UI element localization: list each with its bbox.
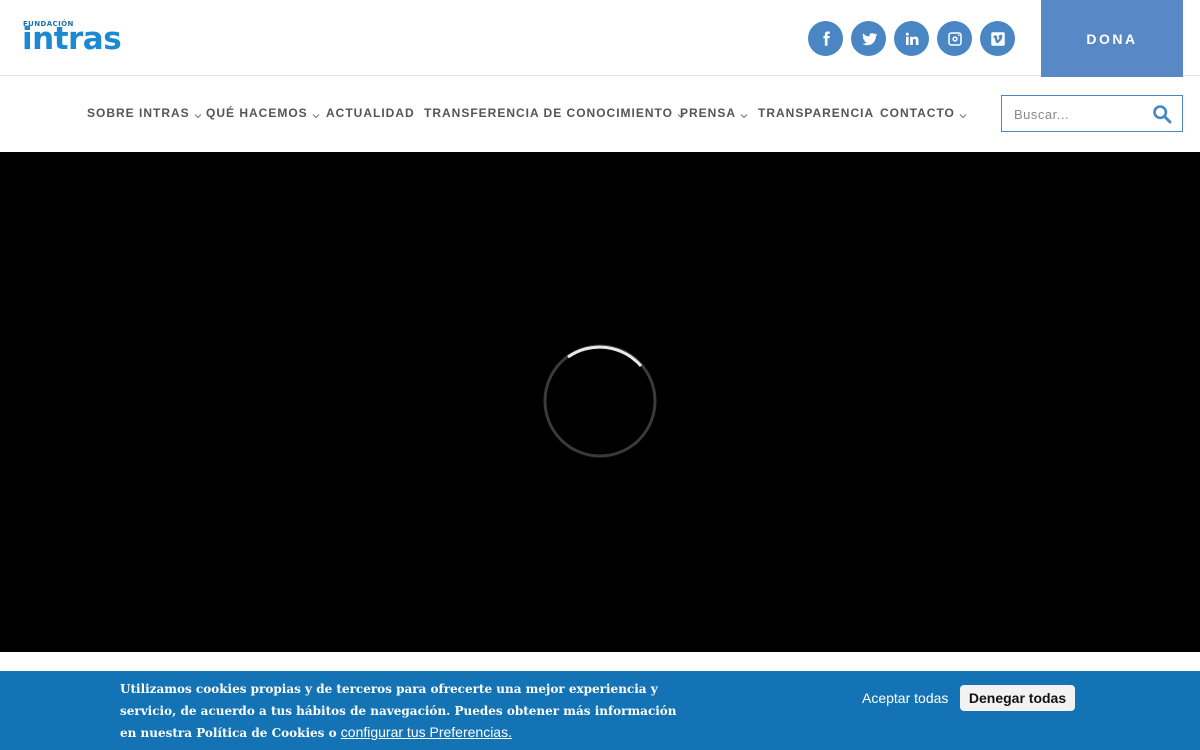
linkedin-icon: [905, 32, 918, 45]
facebook-icon: [822, 31, 830, 46]
nav-label: SOBRE INTRAS: [87, 106, 190, 120]
vimeo-icon: [990, 31, 1005, 46]
accept-all-button[interactable]: Aceptar todas: [862, 690, 948, 706]
search-box: [1001, 95, 1183, 132]
instagram-icon: [947, 31, 962, 46]
facebook-link[interactable]: [808, 21, 843, 56]
vimeo-link[interactable]: [980, 21, 1015, 56]
logo-name: intras: [22, 21, 122, 57]
instagram-link[interactable]: [937, 21, 972, 56]
chevron-down-icon: [194, 109, 202, 119]
nav-transferencia[interactable]: TRANSFERENCIA DE CONOCIMIENTO: [424, 106, 685, 120]
chevron-down-icon: [740, 109, 748, 119]
nav-sobre-intras[interactable]: SOBRE INTRAS: [87, 106, 202, 120]
hero-video[interactable]: [0, 152, 1200, 652]
twitter-icon: [861, 32, 877, 45]
nav-transparencia[interactable]: TRANSPARENCIA: [758, 106, 874, 120]
donate-button[interactable]: DONA: [1041, 0, 1183, 77]
main-nav: SOBRE INTRAS QUÉ HACEMOS ACTUALIDAD TRAN…: [0, 77, 1200, 152]
cookie-message: Utilizamos cookies propias y de terceros…: [120, 679, 690, 745]
nav-label: CONTACTO: [880, 106, 955, 120]
nav-label: TRANSPARENCIA: [758, 106, 875, 120]
cookie-banner: Utilizamos cookies propias y de terceros…: [0, 671, 1200, 750]
loading-spinner-icon: [543, 344, 657, 458]
twitter-link[interactable]: [851, 21, 886, 56]
nav-actualidad[interactable]: ACTUALIDAD: [326, 106, 415, 120]
nav-label: PRENSA: [680, 106, 737, 120]
nav-label: QUÉ HACEMOS: [206, 106, 308, 120]
chevron-down-icon: [959, 109, 967, 119]
search-input[interactable]: [1014, 104, 1149, 124]
search-icon[interactable]: [1152, 104, 1172, 124]
nav-que-hacemos[interactable]: QUÉ HACEMOS: [206, 106, 320, 120]
nav-label: ACTUALIDAD: [326, 106, 415, 120]
linkedin-link[interactable]: [894, 21, 929, 56]
cookie-preferences-link[interactable]: configurar tus Preferencias.: [341, 724, 512, 740]
nav-contacto[interactable]: CONTACTO: [880, 106, 967, 120]
chevron-down-icon: [312, 109, 320, 119]
top-header: FUNDACIÓN intras DONA: [0, 0, 1200, 77]
nav-prensa[interactable]: PRENSA: [680, 106, 748, 120]
deny-all-button[interactable]: Denegar todas: [960, 685, 1075, 711]
logo[interactable]: FUNDACIÓN intras: [22, 20, 132, 60]
nav-label: TRANSFERENCIA DE CONOCIMIENTO: [424, 106, 674, 120]
